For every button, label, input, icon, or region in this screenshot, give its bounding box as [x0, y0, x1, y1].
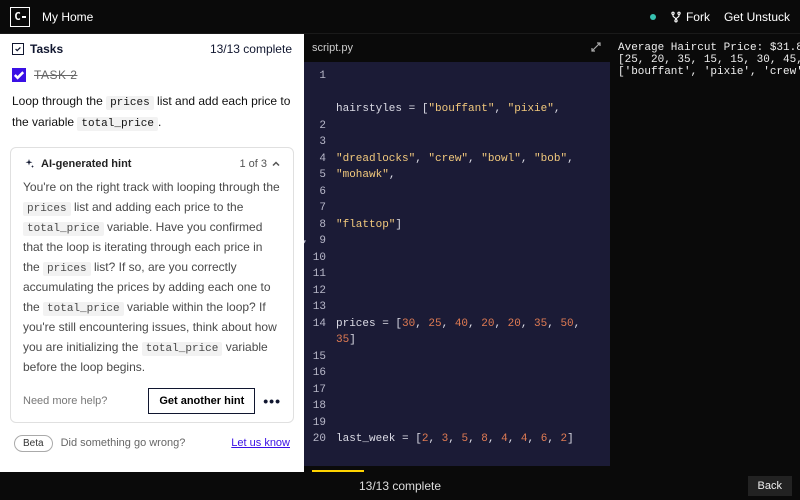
- hint-counter[interactable]: 1 of 3: [239, 158, 281, 170]
- sparkle-icon: [23, 158, 35, 170]
- tasks-panel: Tasks 13/13 complete TASK 2 Loop through…: [0, 34, 304, 500]
- tasks-heading: Tasks: [30, 42, 63, 56]
- let-us-know-link[interactable]: Let us know: [231, 437, 290, 449]
- bottom-progress: 13/13 complete: [359, 479, 441, 493]
- get-unstuck-link[interactable]: Get Unstuck: [724, 10, 790, 24]
- tasks-progress: 13/13 complete: [210, 42, 292, 56]
- beta-badge: Beta: [14, 435, 53, 452]
- hint-body: You're on the right track with looping t…: [23, 178, 281, 378]
- hint-card: AI-generated hint 1 of 3 You're on the r…: [10, 147, 294, 423]
- line-gutter: 1 2345678▾91011121314 151617181920: [304, 62, 332, 466]
- code-content[interactable]: hairstyles = ["bouffant", "pixie", "drea…: [332, 62, 610, 466]
- fork-icon: [670, 11, 682, 23]
- bottom-bar: 13/13 complete Back: [0, 472, 800, 500]
- output-line: ['bouffant', 'pixie', 'crew', 'bow: [618, 66, 800, 78]
- task-instruction: Loop through the prices list and add eac…: [0, 90, 304, 143]
- code-editor[interactable]: 1 2345678▾91011121314 151617181920 hairs…: [304, 62, 610, 466]
- expand-icon[interactable]: [590, 41, 602, 56]
- output-terminal[interactable]: Average Haircut Price: $31.875 [25, 20, …: [610, 34, 800, 500]
- logo[interactable]: C: [10, 7, 30, 27]
- task-label: TASK 2: [34, 68, 77, 82]
- back-button[interactable]: Back: [748, 476, 792, 496]
- more-options-icon[interactable]: •••: [263, 393, 281, 409]
- status-dot: [650, 14, 656, 20]
- fork-button[interactable]: Fork: [670, 10, 710, 24]
- top-bar: C My Home Fork Get Unstuck: [0, 0, 800, 34]
- hint-title: AI-generated hint: [41, 158, 131, 170]
- file-tab[interactable]: script.py: [312, 42, 353, 54]
- task-row[interactable]: TASK 2: [0, 62, 304, 90]
- chevron-up-icon: [271, 159, 281, 169]
- task-checkbox-icon: [12, 68, 26, 82]
- my-home-link[interactable]: My Home: [42, 10, 93, 24]
- editor-panel: script.py 1 2345678▾91011121314 15161718…: [304, 34, 610, 500]
- output-line: Average Haircut Price: $31.875: [618, 42, 800, 54]
- need-help-text: Need more help?: [23, 395, 107, 407]
- tasks-checkbox-icon: [12, 43, 24, 55]
- output-line: [25, 20, 35, 15, 15, 30, 45, 30]: [618, 54, 800, 66]
- feedback-question: Did something go wrong?: [61, 437, 186, 449]
- get-another-hint-button[interactable]: Get another hint: [148, 388, 255, 414]
